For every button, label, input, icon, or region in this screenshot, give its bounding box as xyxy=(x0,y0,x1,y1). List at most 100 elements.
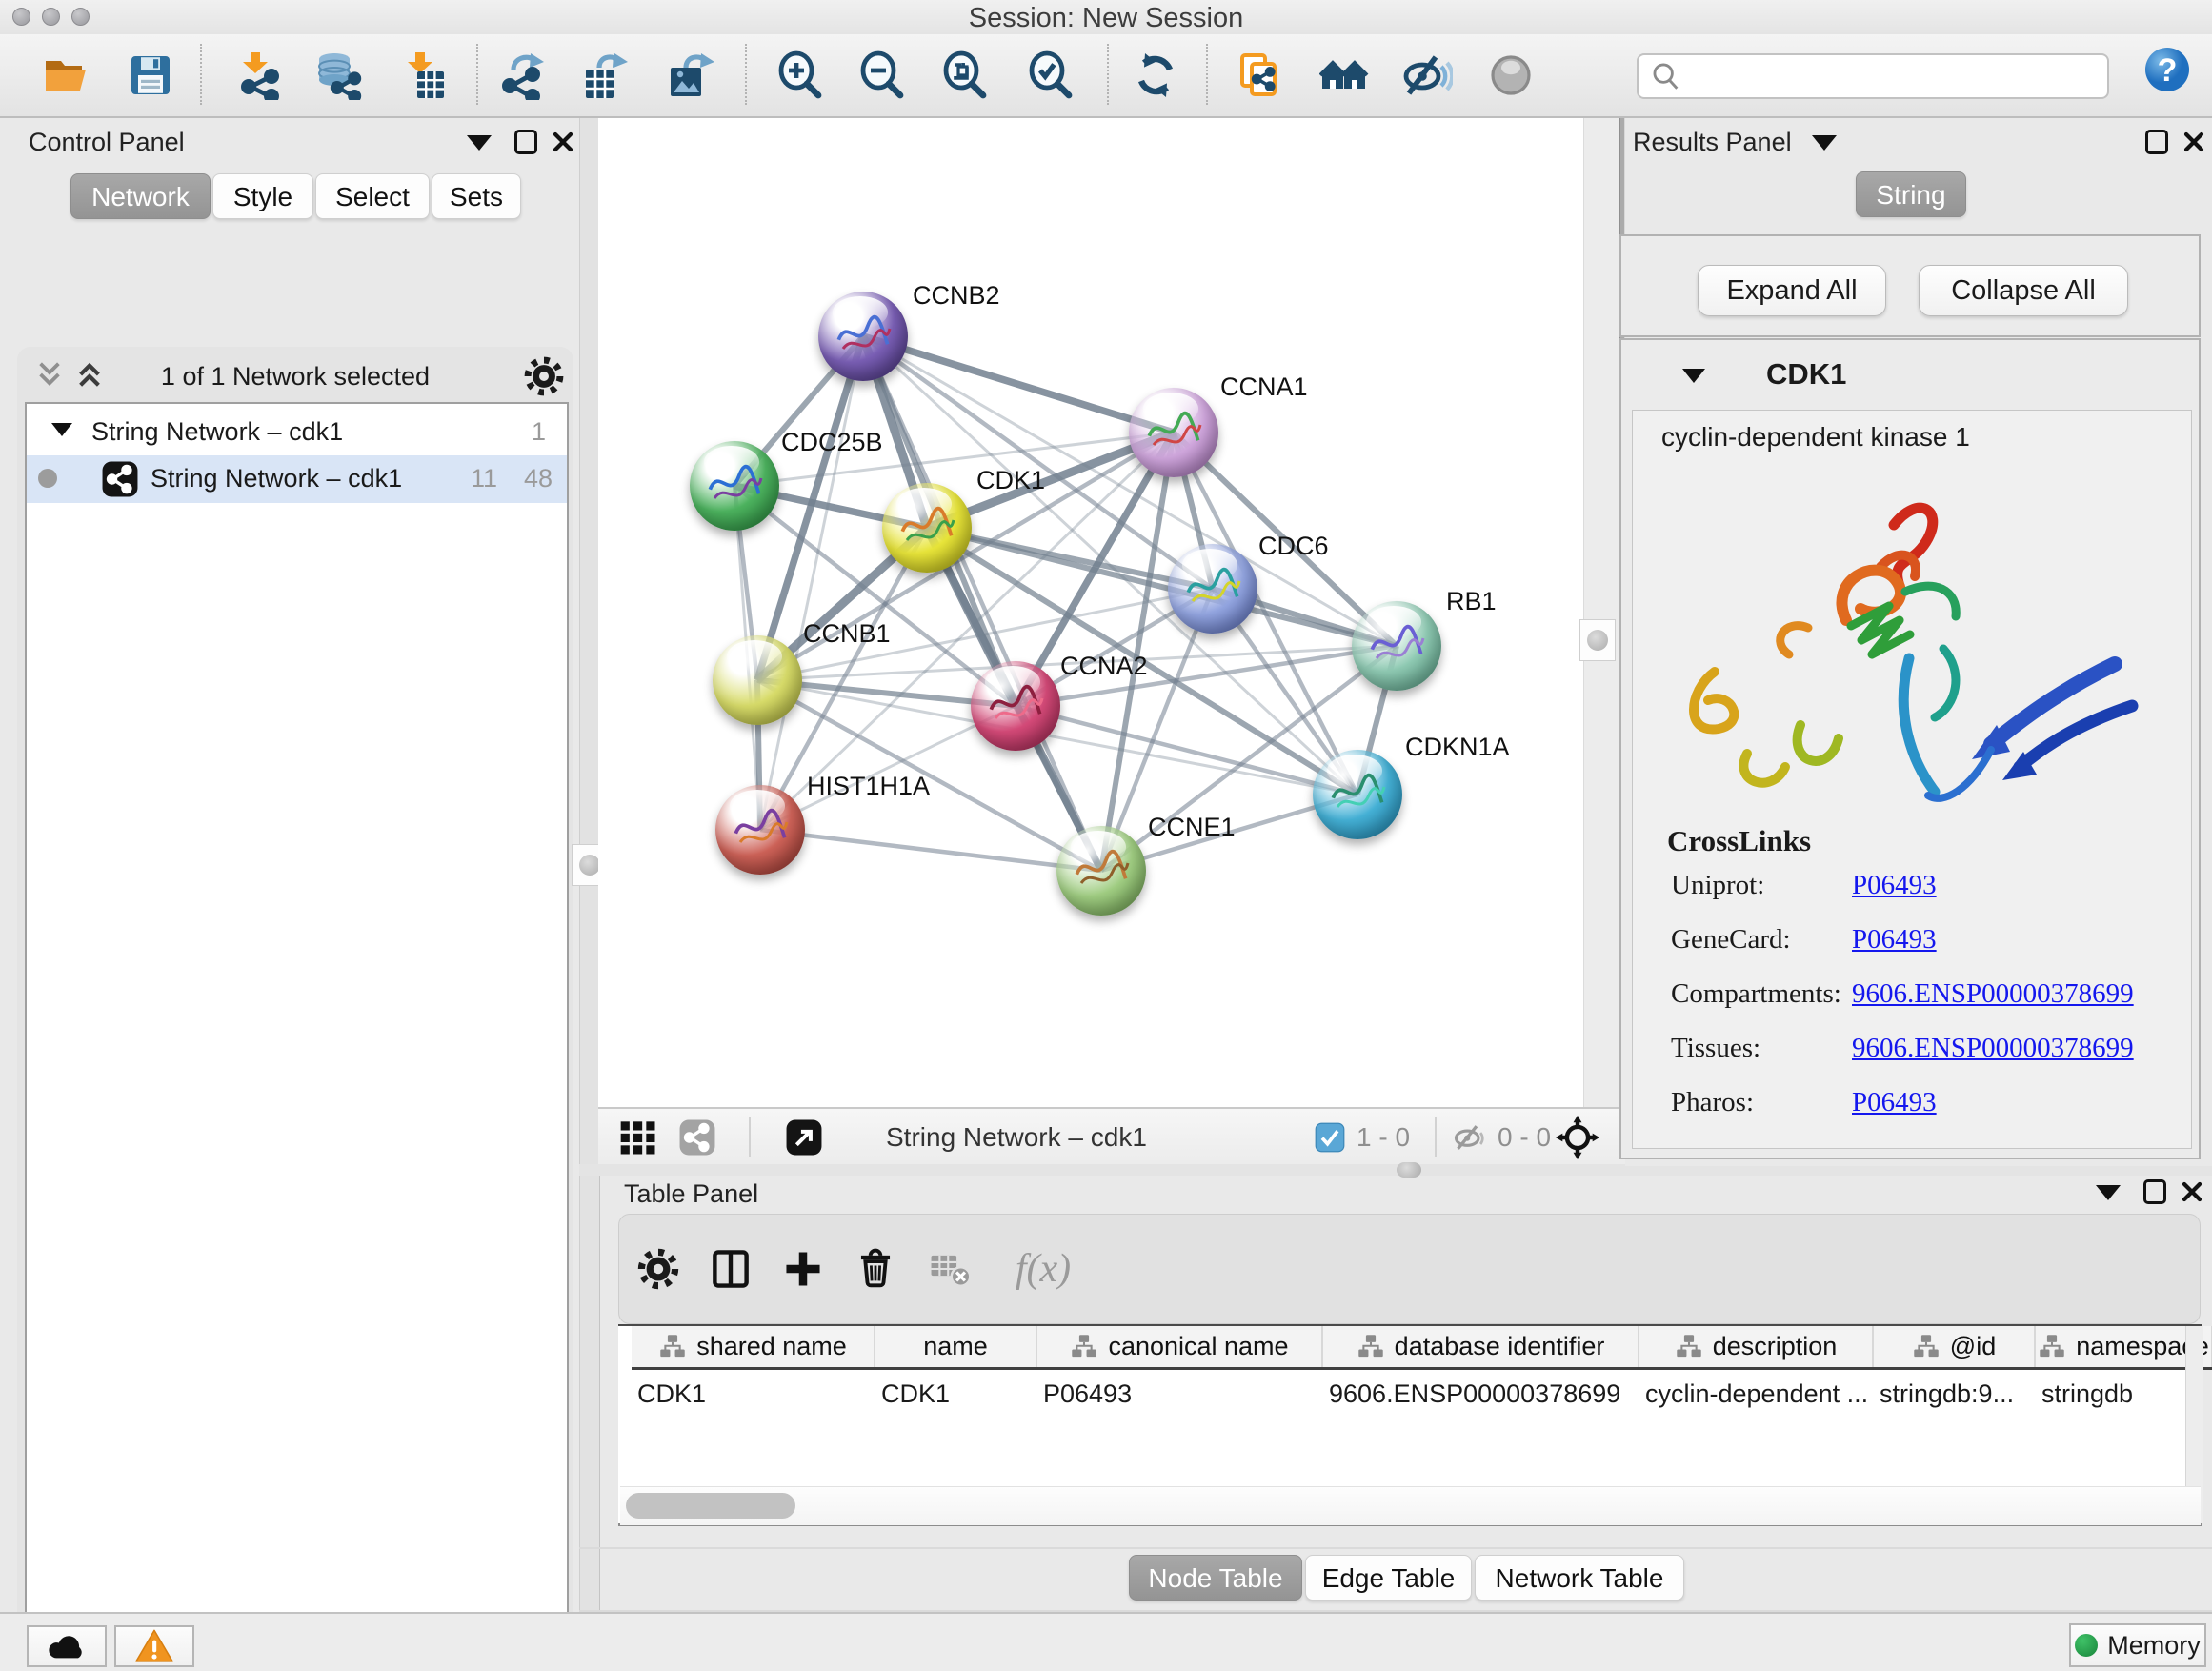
table-cell[interactable]: 9606.ENSP00000378699 xyxy=(1323,1373,1639,1415)
network-node-cdk1[interactable] xyxy=(882,483,972,573)
delete-column-button[interactable] xyxy=(846,1239,905,1299)
crosslink-link[interactable]: 9606.ENSP00000378699 xyxy=(1852,978,2134,1010)
export-network-button[interactable] xyxy=(492,42,554,109)
export-image-button[interactable] xyxy=(658,42,721,109)
selected-checkbox-icon[interactable] xyxy=(1315,1122,1345,1153)
collection-count: 1 xyxy=(532,417,546,447)
gear-icon[interactable] xyxy=(520,352,568,400)
zoom-fit-icon xyxy=(940,50,990,100)
table-cell[interactable]: CDK1 xyxy=(632,1373,875,1415)
zoom-fit-button[interactable] xyxy=(934,42,996,109)
network-row-selected[interactable]: String Network – cdk1 11 48 xyxy=(27,455,567,503)
detach-view-icon[interactable] xyxy=(783,1118,825,1157)
tab-edge-table[interactable]: Edge Table xyxy=(1305,1555,1472,1601)
close-panel-icon[interactable] xyxy=(551,130,575,154)
hidden-eye-icon[interactable] xyxy=(1450,1120,1490,1155)
network-node-hist1h1a[interactable] xyxy=(715,785,805,875)
tab-style[interactable]: Style xyxy=(212,173,313,219)
save-session-button[interactable] xyxy=(119,42,182,109)
network-node-ccna2[interactable] xyxy=(971,661,1060,751)
function-builder-button[interactable]: f(x) xyxy=(991,1239,1096,1299)
open-session-button[interactable] xyxy=(35,42,98,109)
table-row[interactable]: CDK1CDK1P064939606.ENSP00000378699cyclin… xyxy=(632,1373,2212,1415)
zoom-out-button[interactable] xyxy=(851,42,914,109)
zoom-selected-button[interactable] xyxy=(1019,42,1082,109)
protein-ribbon-thumb xyxy=(984,678,1047,732)
hide-selected-button[interactable] xyxy=(1397,42,1459,109)
table-tabs: Node TableEdge TableNetwork Table xyxy=(0,1555,2212,1601)
tab-string[interactable]: String xyxy=(1856,171,1966,217)
network-node-ccnb2[interactable] xyxy=(818,292,908,381)
first-neighbors-button[interactable] xyxy=(1313,42,1376,109)
maximize-panel-icon[interactable] xyxy=(2145,130,2168,154)
column-header-canonical-name[interactable]: canonical name xyxy=(1037,1326,1323,1367)
network-node-ccna1[interactable] xyxy=(1129,388,1218,477)
maximize-panel-icon[interactable] xyxy=(2143,1179,2166,1204)
crosslink-link[interactable]: P06493 xyxy=(1852,924,1937,956)
tree-collapse-icon[interactable] xyxy=(51,423,72,436)
maximize-panel-icon[interactable] xyxy=(514,130,537,154)
crosslink-link[interactable]: 9606.ENSP00000378699 xyxy=(1852,1033,2134,1064)
crosslink-link[interactable]: P06493 xyxy=(1852,870,1937,901)
table-cell[interactable]: CDK1 xyxy=(875,1373,1037,1415)
network-canvas[interactable]: CCNB2CCNA1CDC25BCDK1CDC6RB1CCNB1CCNA2CDK… xyxy=(598,118,1583,1107)
column-header-database-identifier[interactable]: database identifier xyxy=(1323,1326,1639,1367)
search-input[interactable] xyxy=(1688,61,2107,92)
table-cell[interactable]: cyclin-dependent ... xyxy=(1639,1373,1874,1415)
table-cell[interactable]: stringdb:9... xyxy=(1874,1373,2036,1415)
expand-all-button[interactable]: Expand All xyxy=(1698,265,1886,316)
tab-node-table[interactable]: Node Table xyxy=(1129,1555,1302,1601)
delete-table-button[interactable] xyxy=(920,1239,979,1299)
memory-button[interactable]: Memory xyxy=(2069,1623,2206,1667)
create-column-button[interactable] xyxy=(774,1239,833,1299)
import-network-file-button[interactable] xyxy=(227,42,290,109)
right-splitter-handle[interactable] xyxy=(1579,619,1616,661)
float-panel-icon[interactable] xyxy=(2096,1185,2121,1200)
network-node-cdc25b[interactable] xyxy=(690,441,779,531)
clone-network-button[interactable] xyxy=(1228,42,1291,109)
table-cell[interactable]: P06493 xyxy=(1037,1373,1323,1415)
help-button[interactable]: ? xyxy=(2136,36,2199,103)
cloud-status-button[interactable] xyxy=(27,1625,107,1667)
section-collapse-icon[interactable] xyxy=(1682,369,1705,383)
collapse-all-button[interactable]: Collapse All xyxy=(1919,265,2128,316)
grid-view-icon[interactable] xyxy=(617,1118,659,1157)
close-panel-icon[interactable] xyxy=(2182,130,2206,154)
refresh-layout-button[interactable] xyxy=(1124,42,1187,109)
network-node-ccnb1[interactable] xyxy=(713,635,802,725)
fit-content-crosshair-icon[interactable] xyxy=(1555,1115,1600,1160)
network-node-ccne1[interactable] xyxy=(1056,826,1146,916)
zoom-in-button[interactable] xyxy=(769,42,832,109)
close-panel-icon[interactable] xyxy=(2180,1179,2204,1204)
column-header-name[interactable]: name xyxy=(875,1326,1037,1367)
show-columns-button[interactable] xyxy=(701,1239,760,1299)
crosslink-link[interactable]: P06493 xyxy=(1852,1087,1937,1118)
tab-select[interactable]: Select xyxy=(315,173,430,219)
import-table-file-button[interactable] xyxy=(392,42,454,109)
network-node-cdkn1a[interactable] xyxy=(1313,750,1402,839)
network-nodes: CCNB2CCNA1CDC25BCDK1CDC6RB1CCNB1CCNA2CDK… xyxy=(598,118,1583,1107)
string-network-icon xyxy=(101,460,139,498)
column-type-icon xyxy=(1357,1334,1385,1360)
network-collection-row[interactable]: String Network – cdk1 1 xyxy=(27,412,567,455)
float-panel-icon[interactable] xyxy=(1812,135,1837,151)
import-network-database-button[interactable] xyxy=(307,42,370,109)
table-settings-button[interactable] xyxy=(629,1239,688,1299)
float-panel-icon[interactable] xyxy=(467,135,492,151)
network-view-name: String Network – cdk1 xyxy=(886,1122,1147,1153)
network-node-cdc6[interactable] xyxy=(1168,544,1257,634)
tab-network[interactable]: Network xyxy=(70,173,211,219)
network-node-rb1[interactable] xyxy=(1352,601,1441,691)
tab-sets[interactable]: Sets xyxy=(432,173,521,219)
tab-network-table[interactable]: Network Table xyxy=(1475,1555,1684,1601)
column-header-shared-name[interactable]: shared name xyxy=(632,1326,875,1367)
window-title: Session: New Session xyxy=(0,0,2212,34)
column-header-description[interactable]: description xyxy=(1639,1326,1874,1367)
birdseye-share-icon[interactable] xyxy=(676,1118,718,1157)
column-header--id[interactable]: @id xyxy=(1874,1326,2036,1367)
export-table-button[interactable] xyxy=(573,42,636,109)
table-horizontal-scrollbar[interactable] xyxy=(620,1486,2201,1525)
scrollbar-thumb[interactable] xyxy=(626,1493,795,1519)
warning-status-button[interactable] xyxy=(114,1625,194,1667)
show-all-button[interactable] xyxy=(1479,42,1542,109)
